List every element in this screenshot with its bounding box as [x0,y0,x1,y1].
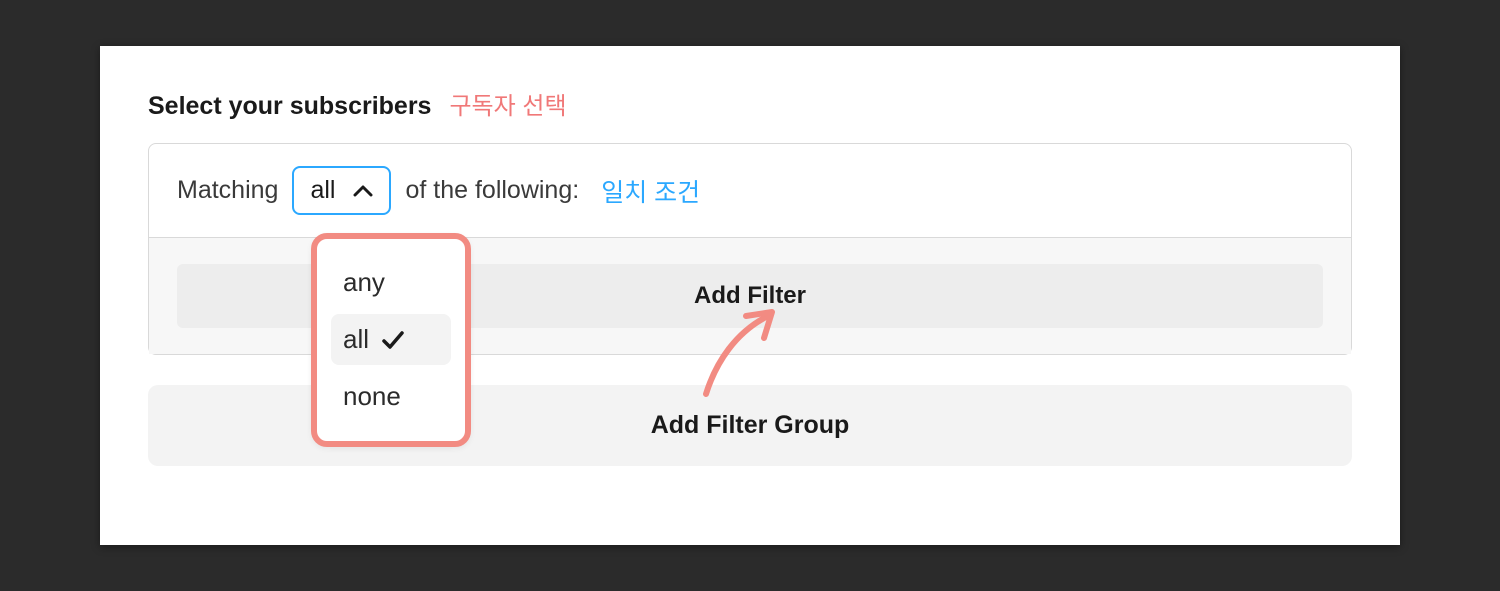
matching-dropdown-menu: any all none [311,233,471,447]
matching-selected-value: all [310,178,335,203]
matching-suffix: of the following: [405,176,579,205]
dropdown-option-all[interactable]: all [331,314,451,365]
subscriber-filter-panel: Select your subscribers 구독자 선택 Matching … [100,46,1400,545]
panel-title: Select your subscribers [148,92,431,121]
dropdown-option-label: none [343,381,401,412]
filter-group-container: Matching all of the following: 일치 조건 any… [148,143,1352,355]
title-row: Select your subscribers 구독자 선택 [148,86,1352,121]
dropdown-option-label: any [343,267,385,298]
chevron-up-icon [353,184,373,198]
matching-dropdown-trigger[interactable]: all [292,166,391,215]
check-icon [381,330,405,350]
matching-row: Matching all of the following: 일치 조건 any… [149,144,1351,238]
dropdown-option-label: all [343,324,369,355]
dropdown-option-any[interactable]: any [331,257,451,308]
matching-annotation: 일치 조건 [601,173,700,209]
matching-prefix: Matching [177,176,278,205]
panel-title-annotation: 구독자 선택 [449,86,566,121]
dropdown-option-none[interactable]: none [331,371,451,422]
